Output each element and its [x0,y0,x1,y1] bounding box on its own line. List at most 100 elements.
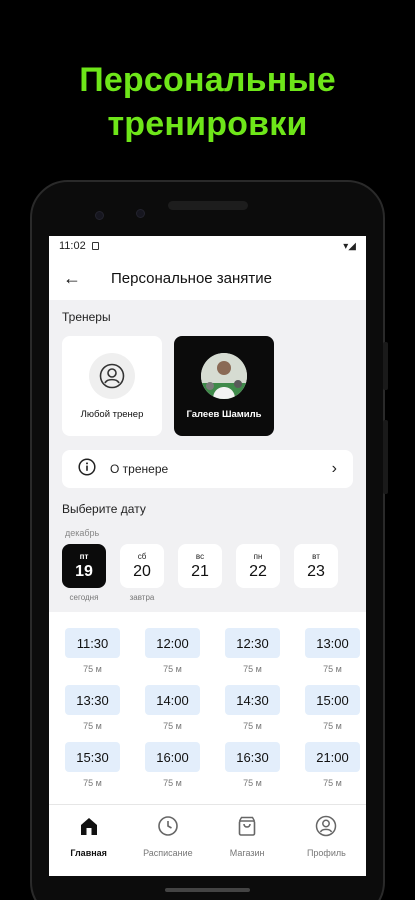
phone-camera [136,209,145,218]
bottom-nav: Главная Расписание Магазин Профиль [49,804,366,876]
clock-icon [157,815,179,842]
date-dow: пт [79,551,89,561]
slot-time: 13:00 [305,628,360,658]
phone-sensor [95,211,104,220]
nav-profile[interactable]: Профиль [291,815,361,876]
signal-wifi-icon: ▾◢ [343,240,356,252]
time-slot[interactable]: 14:30 75 м [225,685,280,731]
slot-time: 12:00 [145,628,200,658]
nav-home-label: Главная [70,848,107,858]
slot-duration: 75 м [83,778,102,788]
date-num: 21 [191,562,209,580]
slot-duration: 75 м [163,664,182,674]
phone-screen: 11:02 ▾◢ ← Персональное занятие Тренеры … [49,236,366,876]
promo-line-1: Персональные [79,61,336,99]
nav-shop-label: Магазин [229,848,265,858]
date-chip[interactable]: вт 23 [294,544,338,588]
time-slot[interactable]: 13:30 75 м [65,685,120,731]
date-dow: вт [312,551,320,561]
time-slot-grid: 11:30 75 м 12:00 75 м 12:30 75 м 13:00 75 м … [49,612,366,804]
slot-time: 16:30 [225,742,280,772]
time-slot[interactable]: 12:30 75 м [225,628,280,674]
slot-duration: 75 м [83,664,102,674]
notification-icon [91,242,99,250]
nav-schedule-label: Расписание [143,848,193,858]
slot-time: 15:00 [305,685,360,715]
time-slot[interactable]: 12:00 75 м [145,628,200,674]
date-picker-label: Выберите дату [62,502,146,516]
trainer-card-selected[interactable]: Галеев Шамиль [174,336,274,436]
gesture-bar [165,888,250,892]
about-trainer-button[interactable]: О тренере › [62,450,353,488]
nav-profile-label: Профиль [306,848,346,858]
info-icon [78,457,96,481]
date-dow: сб [137,551,147,561]
date-num: 20 [133,562,151,580]
about-trainer-label: О тренере [110,462,169,476]
shopping-bag-icon [236,815,258,842]
date-num: 23 [307,562,325,580]
slot-time: 14:00 [145,685,200,715]
time-slot[interactable]: 13:00 75 м [305,628,360,674]
trainer-name: Галеев Шамиль [186,408,262,420]
slot-duration: 75 м [163,778,182,788]
nav-shop[interactable]: Магазин [212,815,282,876]
time-slot[interactable]: 14:00 75 м [145,685,200,731]
profile-icon [315,815,337,842]
slot-time: 13:30 [65,685,120,715]
slot-duration: 75 м [323,664,342,674]
trainer-card-any[interactable]: Любой тренер [62,336,162,436]
month-label: декабрь [65,528,100,538]
home-icon [78,815,100,842]
page-title: Персональное занятие [111,269,273,287]
slot-time: 11:30 [65,628,120,658]
slot-time: 12:30 [225,628,280,658]
phone-speaker [168,201,248,210]
slot-duration: 75 м [163,721,182,731]
date-sub-tomorrow: завтра [129,593,155,602]
slot-duration: 75 м [323,721,342,731]
slot-duration: 75 м [323,778,342,788]
time-slot[interactable]: 16:30 75 м [225,742,280,788]
slot-duration: 75 м [83,721,102,731]
slot-duration: 75 м [243,778,262,788]
date-chip[interactable]: пт 19 [62,544,106,588]
phone-volume-button [383,342,388,390]
slot-time: 16:00 [145,742,200,772]
app-bar: ← Персональное занятие [49,256,366,300]
date-chip[interactable]: сб 20 [120,544,164,588]
slot-time: 15:30 [65,742,120,772]
time-slot[interactable]: 11:30 75 м [65,628,120,674]
date-dow: пн [253,551,263,561]
trainers-label: Тренеры [62,310,111,324]
slot-duration: 75 м [243,664,262,674]
chevron-right-icon: › [331,460,337,477]
status-bar: 11:02 ▾◢ [49,236,366,256]
trainer-name: Любой тренер [80,408,144,420]
time-slot[interactable]: 21:00 75 м [305,742,360,788]
promo-headline: Персональные тренировки [0,58,415,146]
slot-time: 21:00 [305,742,360,772]
date-chip[interactable]: вс 21 [178,544,222,588]
date-num: 22 [249,562,267,580]
time-slot[interactable]: 15:30 75 м [65,742,120,788]
date-list: пт 19 сб 20 вс 21 пн 22 вт 23 [49,544,366,588]
nav-schedule[interactable]: Расписание [133,815,203,876]
date-sub-today: сегодня [69,593,99,602]
status-time: 11:02 [59,240,86,252]
nav-home[interactable]: Главная [54,815,124,876]
trainer-avatar [201,352,247,399]
time-slot[interactable]: 15:00 75 м [305,685,360,731]
user-outline-icon [89,352,135,399]
date-chip[interactable]: пн 22 [236,544,280,588]
time-slot[interactable]: 16:00 75 м [145,742,200,788]
back-arrow-icon[interactable]: ← [63,268,93,289]
phone-power-button [383,420,388,494]
promo-line-2: тренировки [107,105,308,143]
slot-duration: 75 м [243,721,262,731]
trainer-list: Любой тренер Галеев Шамиль [49,336,366,436]
slot-time: 14:30 [225,685,280,715]
date-dow: вс [195,551,205,561]
date-num: 19 [75,562,93,580]
date-sub-labels: сегодня завтра [49,593,366,602]
